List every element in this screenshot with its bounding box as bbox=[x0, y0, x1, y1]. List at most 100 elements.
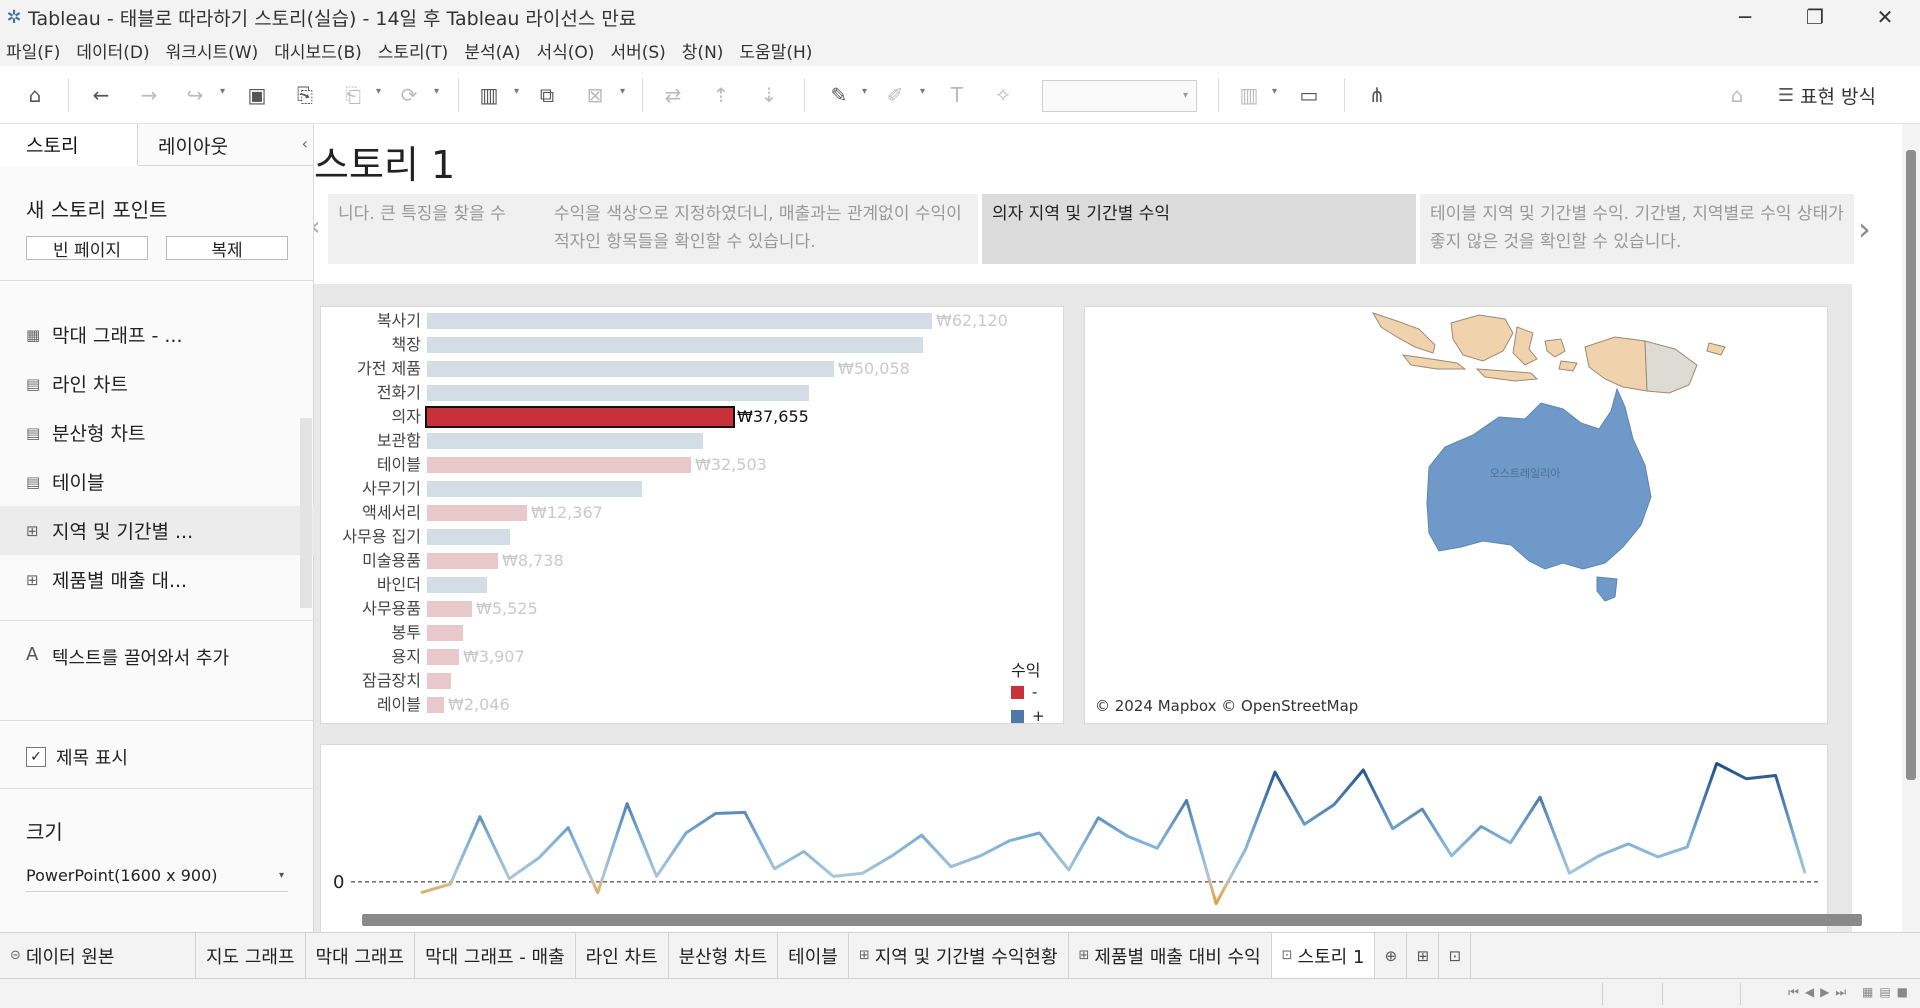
bar-row[interactable]: 액세서리 ₩12,367 bbox=[321, 503, 1063, 523]
swap-axes-icon[interactable]: ⇄ bbox=[660, 82, 686, 108]
show-title-checkbox[interactable]: ✓ 제목 표시 bbox=[26, 744, 128, 770]
bar-mark[interactable] bbox=[427, 625, 463, 641]
menu-worksheet[interactable]: 워크시트(W) bbox=[166, 38, 259, 63]
map-region-indonesia[interactable] bbox=[1371, 312, 1539, 382]
chevron-down-icon[interactable]: ▾ bbox=[920, 86, 925, 97]
list-item[interactable]: ▤ 분산형 차트 bbox=[0, 408, 314, 457]
chevron-down-icon[interactable]: ▾ bbox=[514, 86, 519, 97]
tab-sheet[interactable]: 막대 그래프 bbox=[306, 933, 416, 978]
menu-format[interactable]: 서식(O) bbox=[537, 38, 595, 63]
menu-analysis[interactable]: 분석(A) bbox=[464, 38, 520, 63]
chevron-down-icon[interactable]: ▾ bbox=[376, 86, 381, 97]
menu-file[interactable]: 파일(F) bbox=[6, 38, 60, 63]
story-point-caption-active[interactable]: 의자 지역 및 기간별 수익 bbox=[982, 194, 1416, 264]
bar-row[interactable]: 사무용 집기 bbox=[321, 527, 1063, 547]
show-cards-icon[interactable]: ▥ bbox=[1236, 82, 1262, 108]
bar-mark[interactable] bbox=[427, 697, 444, 713]
minimize-button[interactable]: ─ bbox=[1710, 0, 1780, 34]
tab-sheet[interactable]: 막대 그래프 - 매출 bbox=[415, 933, 576, 978]
chevron-left-icon[interactable]: ‹ bbox=[314, 212, 320, 242]
bar-row[interactable]: 테이블 ₩32,503 bbox=[321, 455, 1063, 475]
highlight-icon[interactable]: ✎ bbox=[826, 82, 852, 108]
tab-dashboard[interactable]: ⊞ 제품별 매출 대비 수익 bbox=[1069, 933, 1272, 978]
collapse-pane-icon[interactable]: ‹ bbox=[302, 134, 308, 153]
bar-row[interactable]: 미술용품 ₩8,738 bbox=[321, 551, 1063, 571]
bar-row[interactable]: 복사기 ₩62,120 bbox=[321, 311, 1063, 331]
scrollbar-thumb[interactable] bbox=[1906, 150, 1916, 780]
pause-update-icon[interactable]: ⎗ bbox=[340, 82, 366, 108]
chevron-down-icon[interactable]: ▾ bbox=[862, 86, 867, 97]
show-me-button[interactable]: ☰ 표현 방식 bbox=[1778, 82, 1876, 109]
bar-mark[interactable] bbox=[427, 649, 459, 665]
home-icon[interactable]: ⌂ bbox=[22, 82, 48, 108]
bar-mark[interactable] bbox=[427, 313, 932, 329]
group-icon[interactable]: ✐ bbox=[882, 82, 908, 108]
bar-mark[interactable] bbox=[427, 385, 809, 401]
menu-story[interactable]: 스토리(T) bbox=[378, 38, 449, 63]
vertical-scrollbar[interactable] bbox=[1902, 124, 1920, 932]
bar-mark[interactable] bbox=[427, 337, 923, 353]
menu-dashboard[interactable]: 대시보드(B) bbox=[274, 38, 362, 63]
sort-ascending-icon[interactable]: ⇡ bbox=[708, 82, 734, 108]
pin-icon[interactable]: ✧ bbox=[990, 82, 1016, 108]
restore-button[interactable]: ❐ bbox=[1780, 0, 1850, 34]
fit-combo[interactable]: ▾ bbox=[1042, 80, 1197, 112]
clear-sheet-icon[interactable]: ⊠ bbox=[582, 82, 608, 108]
map-panel[interactable]: 오스트레일리아 © 2024 Mapbox © OpenStreetMap bbox=[1084, 306, 1828, 724]
line-series[interactable] bbox=[420, 762, 1807, 906]
bar-mark[interactable] bbox=[427, 673, 451, 689]
bar-row[interactable]: 용지 ₩3,907 bbox=[321, 647, 1063, 667]
redo-icon[interactable]: ↪ bbox=[182, 82, 208, 108]
chevron-down-icon[interactable]: ▾ bbox=[220, 86, 225, 97]
bar-mark[interactable] bbox=[427, 481, 642, 497]
labels-icon[interactable]: T bbox=[944, 82, 970, 108]
new-dashboard-icon[interactable]: ⊞ bbox=[1407, 933, 1440, 978]
bar-mark[interactable] bbox=[427, 505, 527, 521]
size-dropdown[interactable]: PowerPoint(1600 x 900) ▾ bbox=[26, 866, 288, 892]
horizontal-scrollbar[interactable] bbox=[362, 914, 1862, 926]
bar-mark[interactable] bbox=[427, 361, 834, 377]
bar-row[interactable]: 레이블 ₩2,046 bbox=[321, 695, 1063, 715]
chevron-down-icon[interactable]: ▾ bbox=[620, 86, 625, 97]
bar-row[interactable]: 봉투 bbox=[321, 623, 1063, 643]
list-item[interactable]: ▤ 테이블 bbox=[0, 457, 314, 506]
tab-sheet[interactable]: 분산형 차트 bbox=[669, 933, 779, 978]
bar-mark[interactable] bbox=[427, 433, 703, 449]
tab-dashboard[interactable]: ⊞ 지역 및 기간별 수익현황 bbox=[849, 933, 1069, 978]
menu-help[interactable]: 도움말(H) bbox=[739, 38, 812, 63]
story-point-caption[interactable]: 수익을 색상으로 지정하였더니, 매출과는 관계없이 수익이 적자인 항목들을 … bbox=[544, 194, 978, 264]
map-region-papua[interactable] bbox=[1584, 336, 1648, 392]
list-scrollbar[interactable] bbox=[300, 418, 312, 608]
presentation-mode-icon[interactable]: ▭ bbox=[1296, 82, 1322, 108]
bar-row[interactable]: 사무기기 bbox=[321, 479, 1063, 499]
chevron-down-icon[interactable]: ▾ bbox=[434, 86, 439, 97]
map-region-tasmania[interactable] bbox=[1596, 576, 1618, 602]
list-item[interactable]: ▤ 라인 차트 bbox=[0, 359, 314, 408]
list-item[interactable]: ▦ 막대 그래프 - ... bbox=[0, 310, 314, 359]
tab-story[interactable]: 스토리 bbox=[0, 124, 138, 166]
bar-mark[interactable] bbox=[427, 601, 472, 617]
bar-row[interactable]: 잠금장치 bbox=[321, 671, 1063, 691]
bar-mark[interactable] bbox=[427, 577, 487, 593]
bar-row[interactable]: 바인더 bbox=[321, 575, 1063, 595]
sheet-navigation-icons[interactable]: ⏮◀▶⏭ ▦▤■ bbox=[1788, 985, 1914, 1000]
tab-sheet[interactable]: 라인 차트 bbox=[576, 933, 669, 978]
duplicate-sheet-icon[interactable]: ⧉ bbox=[534, 82, 560, 108]
drag-text-object[interactable]: A 텍스트를 끌어와서 추가 bbox=[26, 644, 229, 670]
refresh-icon[interactable]: ⟳ bbox=[396, 82, 422, 108]
sort-descending-icon[interactable]: ⇣ bbox=[756, 82, 782, 108]
bar-mark[interactable] bbox=[427, 553, 498, 569]
list-item[interactable]: ⊞ 지역 및 기간별 ... bbox=[0, 506, 314, 555]
line-chart[interactable]: 0 bbox=[321, 745, 1828, 932]
tab-sheet[interactable]: 테이블 bbox=[778, 933, 849, 978]
new-worksheet-icon[interactable]: ⊕ bbox=[1375, 933, 1408, 978]
duplicate-button[interactable]: 복제 bbox=[166, 236, 288, 261]
format-painter-icon[interactable]: ⌂ bbox=[1724, 82, 1750, 108]
story-point-caption[interactable]: 니다. 큰 특징을 찾을 수 bbox=[328, 194, 544, 264]
bar-row[interactable]: 전화기 bbox=[321, 383, 1063, 403]
menu-window[interactable]: 창(N) bbox=[682, 38, 724, 63]
tab-layout[interactable]: 레이아웃 bbox=[138, 124, 314, 166]
legend-item[interactable]: + bbox=[1011, 707, 1045, 723]
forward-icon[interactable]: → bbox=[136, 82, 162, 108]
list-item[interactable]: ⊞ 제품별 매출 대... bbox=[0, 555, 314, 604]
